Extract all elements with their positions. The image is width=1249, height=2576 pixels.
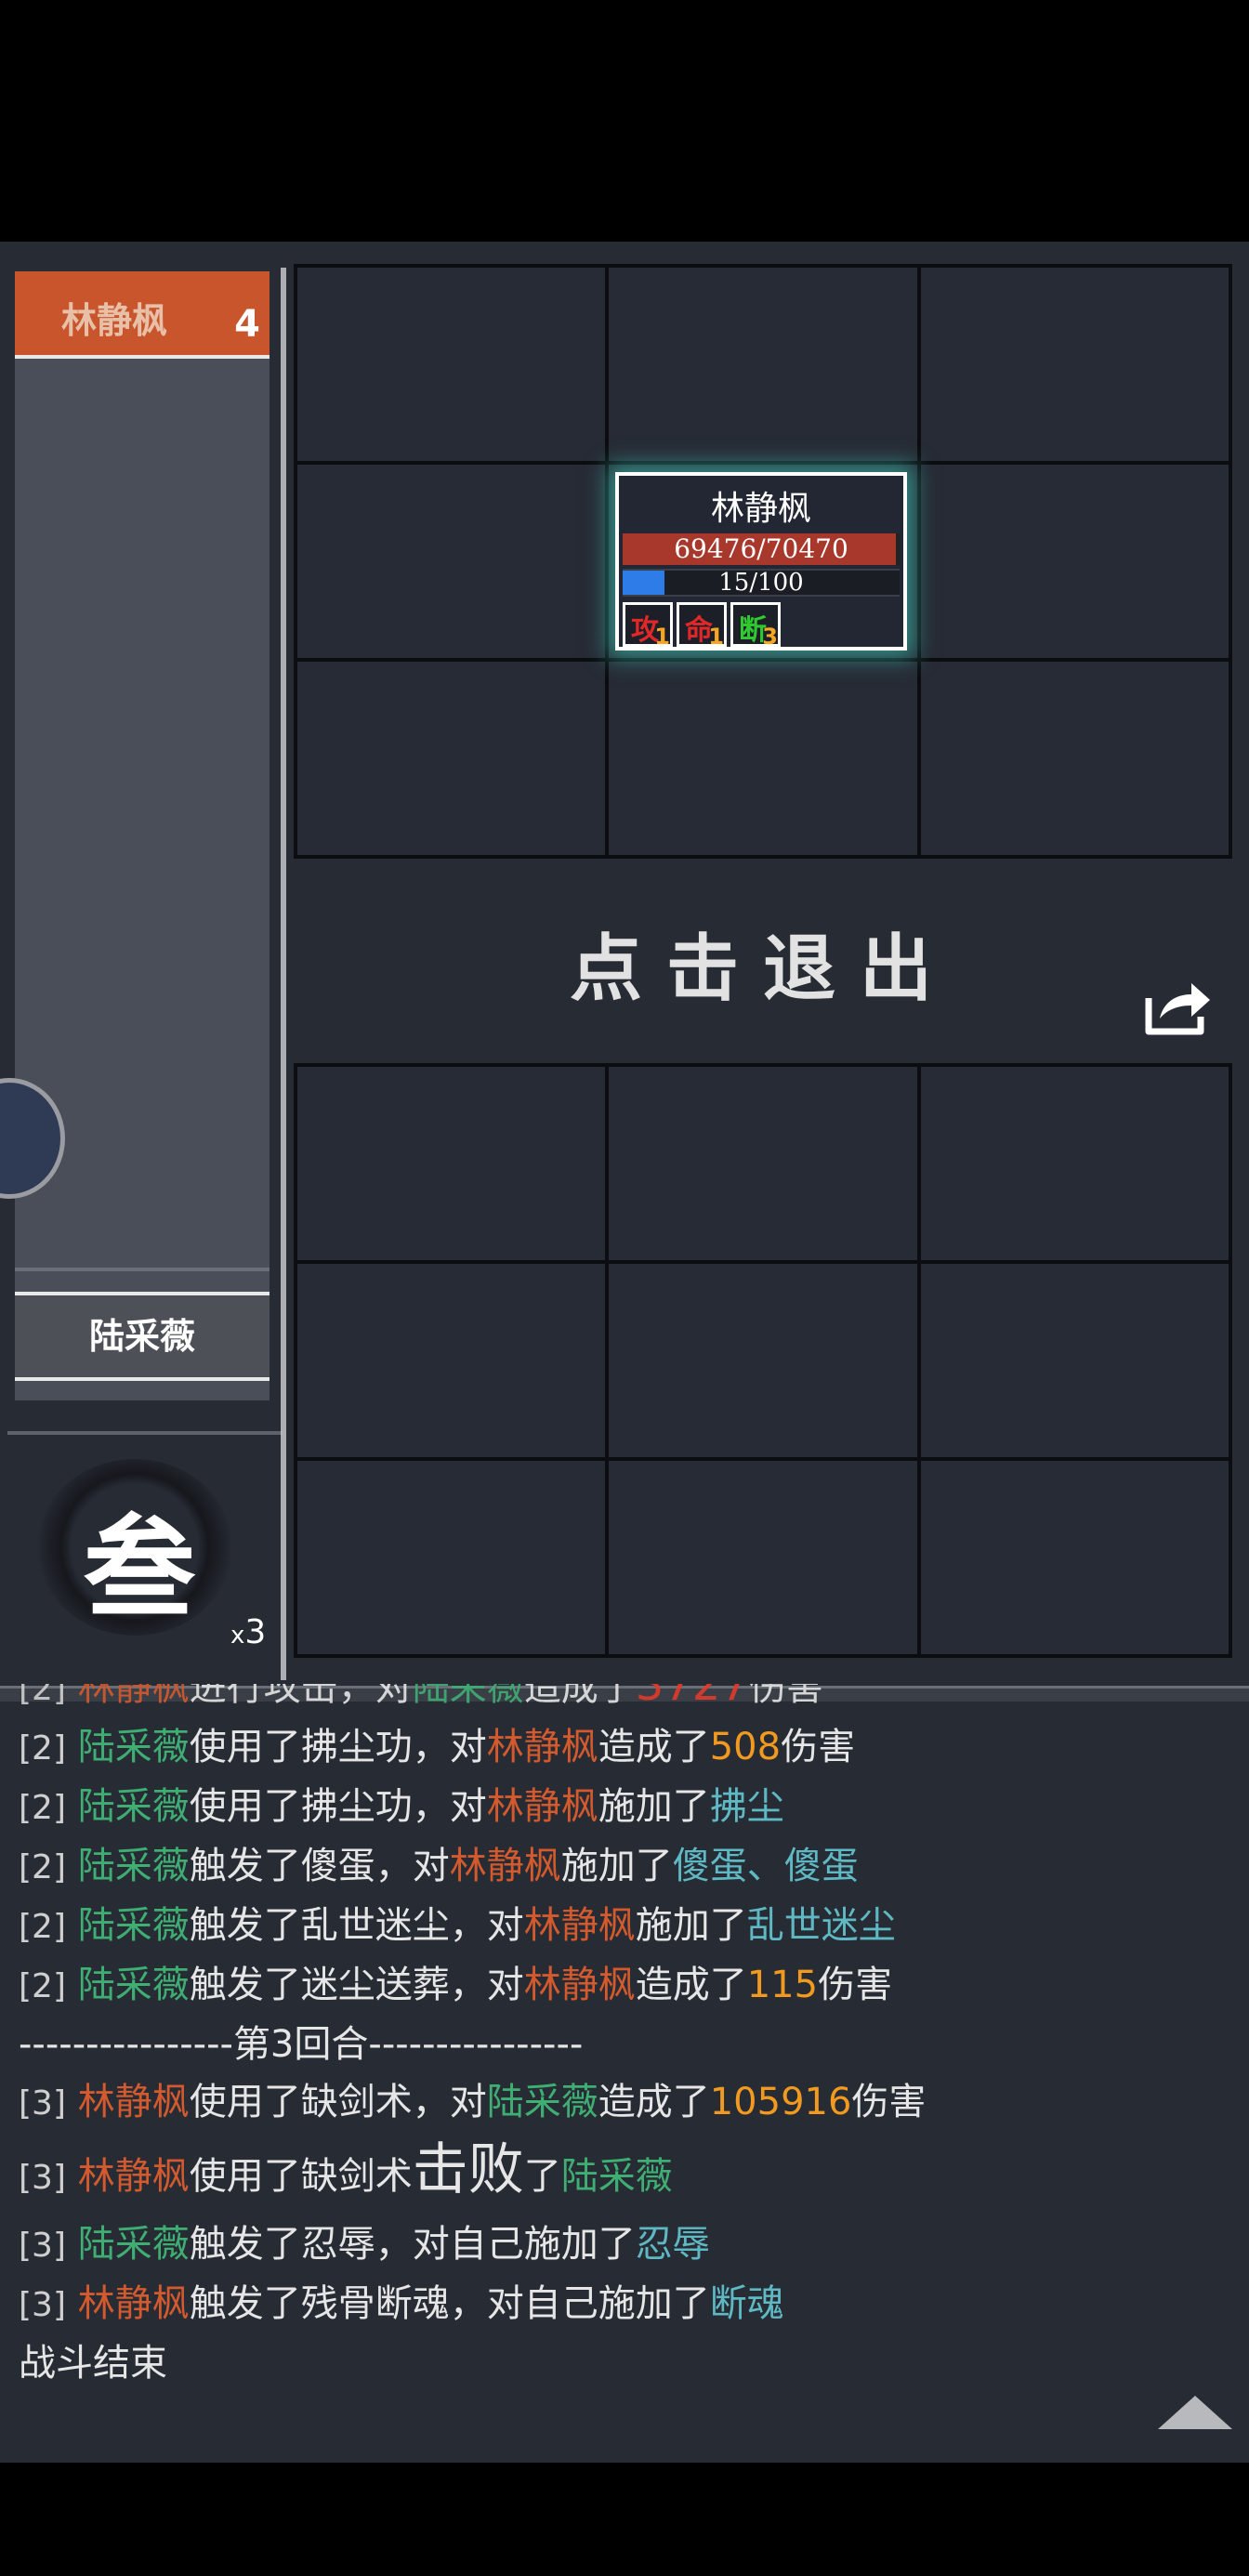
grid-cell[interactable] (609, 1264, 917, 1457)
enemy-unit-name: 陆采薇 (88, 1316, 195, 1357)
buff-count: 3 (762, 624, 778, 650)
log-line: [3] 林静枫触发了残骨断魂，对自己施加了断魂 (19, 2282, 784, 2325)
battle-log[interactable]: [2] 林静枫进行攻击，对陆采薇造成了3727伤害 [2] 陆采薇使用了拂尘功，… (19, 1684, 1236, 2427)
active-unit-count: 4 (234, 303, 260, 346)
enemy-formation-grid (294, 1063, 1232, 1658)
energy-text: 15/100 (718, 569, 804, 597)
bottom-bar (0, 2463, 1249, 2576)
grid-cell[interactable] (920, 1264, 1229, 1457)
unit-name: 林静枫 (710, 490, 811, 528)
buff-break[interactable]: 断 3 (730, 602, 781, 650)
divider (15, 355, 270, 359)
grid-cell[interactable] (609, 1067, 917, 1260)
battle-end-text: 战斗结束 (19, 2342, 167, 2385)
grid-cell[interactable] (609, 268, 917, 461)
grid-cell[interactable] (297, 1067, 606, 1260)
enemy-unit-tab[interactable]: 陆采薇 (15, 1292, 270, 1381)
divider (7, 1431, 283, 1435)
buff-accuracy[interactable]: 命 1 (677, 602, 727, 650)
grid-cell[interactable] (609, 662, 917, 855)
grid-cell[interactable] (920, 662, 1229, 855)
grid-cell[interactable] (920, 1067, 1229, 1260)
turn-order-panel (15, 271, 270, 1400)
round-separator: ----------------第3回合---------------- (19, 2023, 584, 2066)
speed-multiplier[interactable]: x3 (230, 1613, 266, 1651)
share-icon[interactable] (1143, 978, 1214, 1037)
grid-cell[interactable] (297, 465, 606, 658)
grid-cell[interactable] (297, 268, 606, 461)
log-line: [3] 陆采薇触发了忍辱，对自己施加了忍辱 (19, 2223, 710, 2266)
unit-card[interactable]: 林静枫 69476/70470 15/100 攻 1 命 1 断 3 (615, 472, 907, 651)
log-line: [2] 陆采薇触发了迷尘送葬，对林静枫造成了115伤害 (19, 1964, 893, 2006)
exit-button[interactable]: 点击退出 (294, 911, 1232, 1015)
divider (15, 1268, 270, 1271)
log-line: [2] 陆采薇触发了傻蛋，对林静枫施加了傻蛋、傻蛋 (19, 1845, 859, 1887)
vertical-separator (281, 268, 286, 1680)
active-unit-tab[interactable]: 林静枫 4 (15, 271, 270, 357)
energy-bar: 15/100 (623, 569, 900, 597)
grid-cell[interactable] (920, 1461, 1229, 1654)
log-line: [3] 林静枫使用了缺剑术，对陆采薇造成了105916伤害 (19, 2081, 927, 2123)
multiplier-value: 3 (244, 1613, 267, 1651)
log-line: [2] 陆采薇使用了拂尘功，对林静枫施加了拂尘 (19, 1785, 784, 1828)
buff-attack[interactable]: 攻 1 (623, 602, 673, 650)
buff-count: 1 (654, 624, 670, 650)
buff-count: 1 (708, 624, 724, 650)
grid-cell[interactable] (609, 1461, 917, 1654)
log-line: [2] 林静枫进行攻击，对陆采薇造成了3727伤害 (19, 1684, 823, 1711)
grid-cell[interactable] (297, 1461, 606, 1654)
hp-text: 69476/70470 (674, 533, 848, 564)
grid-cell[interactable] (920, 465, 1229, 658)
log-line: [3] 林静枫使用了缺剑术击败了陆采薇 (19, 2137, 673, 2202)
round-number: 叁 (84, 1503, 195, 1634)
multiplier-prefix: x (230, 1622, 245, 1649)
log-line: [2] 陆采薇使用了拂尘功，对林静枫造成了508伤害 (19, 1726, 856, 1768)
grid-cell[interactable] (297, 662, 606, 855)
active-unit-name: 林静枫 (60, 300, 167, 341)
log-line: [2] 陆采薇触发了乱世迷尘，对林静枫施加了乱世迷尘 (19, 1904, 896, 1947)
up-arrow-icon[interactable] (1158, 2396, 1232, 2429)
grid-cell[interactable] (920, 268, 1229, 461)
grid-cell[interactable] (297, 1264, 606, 1457)
hp-bar: 69476/70470 (623, 533, 900, 565)
